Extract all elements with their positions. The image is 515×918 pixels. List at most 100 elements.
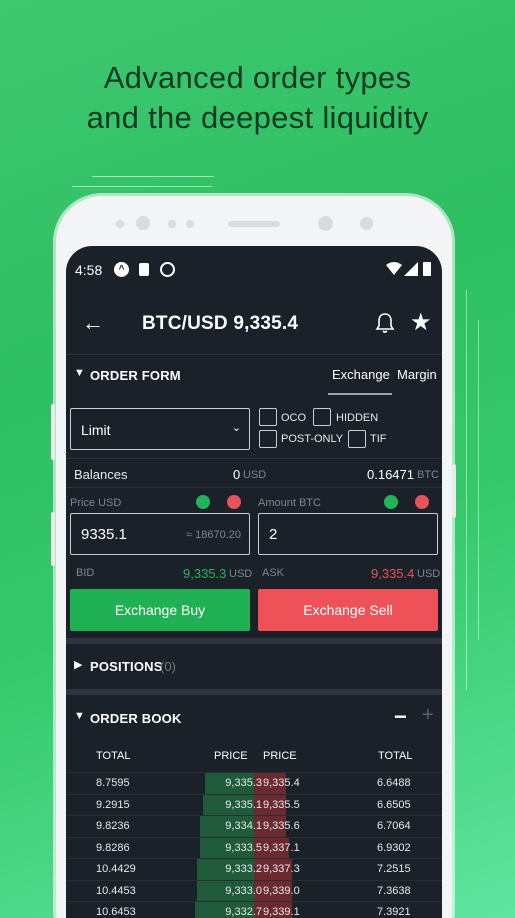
zoom-in-button[interactable]: + [422,704,434,727]
ask-value: 9,335.4 [371,566,415,581]
phone-speaker [228,221,280,227]
balances-row: Balances 0 USD 0.16471 BTC [66,458,442,488]
phone-side-button [452,464,456,518]
order-form-label: ORDER FORM [90,368,181,383]
bid-total-cell: 9.8236 [96,820,130,832]
amount-input[interactable]: 2 [258,513,438,555]
amount-red-indicator[interactable] [415,495,429,509]
tab-exchange[interactable]: Exchange [332,367,390,382]
ask-unit: USD [417,568,441,580]
order-book-row[interactable]: 9.8286 9,333.5 9,337.1 6.9302 [66,836,442,858]
order-type-value: Limit [81,422,111,438]
bid-price-cell: 9,333.0 [225,884,262,897]
checkbox-post-only-label: POST-ONLY [281,433,344,445]
marketing-headline: Advanced order types and the deepest liq… [0,58,515,138]
section-divider [66,689,442,695]
ask-total-cell: 6.9302 [377,841,411,854]
column-bid-total: TOTAL [96,750,131,762]
ask-label: ASK [262,567,285,579]
price-red-indicator[interactable] [227,495,241,509]
order-book-row[interactable]: 10.4453 9,333.0 9,339.0 7.3638 [66,879,442,901]
zoom-out-button[interactable]: − [394,704,407,730]
order-book-header[interactable]: ▼ ORDER BOOK − + [66,698,442,738]
positions-header[interactable]: ▶ POSITIONS (0) [66,646,442,686]
notification-icon: ^ [114,262,129,277]
ask-total-cell: 7.3638 [377,884,411,897]
sd-card-icon [139,263,149,276]
bid-value: 9,335.3 [183,566,227,581]
back-arrow-icon[interactable]: ← [82,310,104,336]
phone-sensor [318,216,333,231]
price-input-value: 9335.1 [81,526,127,543]
checkbox-oco-label: OCO [281,412,307,424]
active-tab-indicator [328,393,392,395]
bid-price-cell: 9,332.7 [225,906,262,918]
battery-icon [423,262,431,276]
checkbox-tif[interactable] [348,430,366,448]
order-book-row[interactable]: 9.8236 9,334.1 9,335.6 6.7064 [66,815,442,837]
bid-price-cell: 9,335.3 [225,777,262,789]
amount-label: Amount BTC [258,497,321,509]
ask-total-cell: 6.7064 [377,820,411,832]
order-book-row[interactable]: 9.2915 9,335.1 9,335.5 6.6505 [66,793,442,815]
ask-total-cell: 6.6488 [377,777,411,789]
bid-price-cell: 9,335.1 [225,798,262,811]
positions-label: POSITIONS [90,659,163,674]
price-label: Price USD [70,497,122,509]
bid-price-cell: 9,333.5 [225,841,262,854]
checkbox-hidden[interactable] [313,408,331,426]
order-book-label: ORDER BOOK [90,711,182,726]
headline-line-1: Advanced order types [103,60,412,95]
phone-side-button [51,404,55,460]
checkbox-post-only[interactable] [259,430,277,448]
column-ask-price: PRICE [263,750,297,762]
wifi-icon [386,262,402,275]
phone-sensor [360,217,373,230]
bid-total-cell: 10.4429 [96,863,136,875]
order-book-row[interactable]: 10.4429 9,333.2 9,337.3 7.2515 [66,858,442,880]
chevron-down-icon: ⌄ [231,422,241,434]
checkbox-oco[interactable] [259,408,277,426]
checkbox-tif-label: TIF [370,433,387,445]
bid-price-cell: 9,333.2 [225,863,262,875]
chevron-right-icon: ▶ [74,659,83,671]
order-form-header[interactable]: ▼ ORDER FORM Exchange Margin [66,354,442,395]
amount-green-indicator[interactable] [384,495,398,509]
positions-count: (0) [160,659,176,674]
signal-icon [404,262,418,276]
exchange-buy-button[interactable]: Exchange Buy [70,589,250,631]
ask-price-cell: 9,335.5 [263,798,300,811]
ask-total-cell: 7.2515 [377,863,411,875]
ask-price-cell: 9,335.6 [263,820,300,832]
balances-label: Balances [74,467,128,482]
headline-line-2: and the deepest liquidity [86,100,429,135]
ask-total-cell: 6.6505 [377,798,411,811]
decorative-line [466,290,467,690]
top-app-bar: ← BTC/USD 9,335.4 ★ [66,300,442,350]
bell-icon[interactable] [374,312,396,334]
amount-input-value: 2 [269,526,278,543]
phone-side-button [51,512,55,566]
ask-price-cell: 9,335.4 [263,777,300,789]
bid-total-cell: 10.4453 [96,884,136,897]
checkbox-hidden-label: HIDDEN [336,412,379,424]
status-time: 4:58 [75,262,103,278]
order-type-select[interactable]: Limit ⌄ [70,408,250,450]
app-screen: 4:58 ^ ← BTC/USD 9,335.4 ★ ▼ ORDER FORM … [66,246,442,918]
bid-total-cell: 8.7595 [96,777,130,789]
order-book-row[interactable]: 10.6453 9,332.7 9,339.1 7.3921 [66,901,442,918]
phone-sensor [186,220,194,228]
bid-total-cell: 10.6453 [96,906,136,918]
order-book-row[interactable]: 8.7595 9,335.3 9,335.4 6.6488 [66,772,442,794]
sync-icon [160,262,175,277]
star-icon[interactable]: ★ [410,308,432,337]
ask-price-cell: 9,337.1 [263,841,300,854]
tab-margin[interactable]: Margin [397,367,437,382]
exchange-sell-button[interactable]: Exchange Sell [258,589,438,631]
price-input[interactable]: 9335.1 ≈ 18670.20 [70,513,250,555]
balance-usd-value: 0 [233,467,241,482]
ask-price-cell: 9,337.3 [263,863,300,875]
ask-price-cell: 9,339.0 [263,884,300,897]
price-green-indicator[interactable] [196,495,210,509]
price-hint: ≈ 18670.20 [186,529,241,541]
